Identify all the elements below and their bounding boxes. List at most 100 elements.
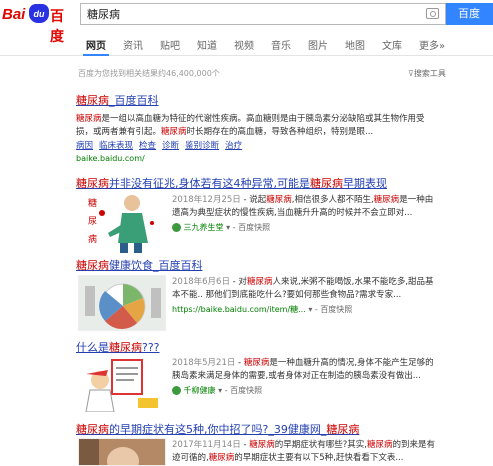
result-title-2[interactable]: 糖尿病并非没有征兆,身体若有这4种异常,可能是糖尿病早期表现	[76, 175, 486, 191]
title-text: 早期表现	[343, 177, 387, 190]
tab-video[interactable]: 视频	[234, 37, 254, 52]
abstract-text: -	[235, 358, 244, 368]
title-text: 什么是	[76, 341, 109, 354]
result-date: 2018年5月21日	[172, 358, 236, 368]
title-text: 健康饮食_百度百科	[109, 259, 203, 272]
snapshot-link[interactable]: 百度快照	[320, 305, 352, 314]
result-date: 2017年11月14日	[172, 440, 241, 450]
result-title-1[interactable]: 糖尿病_百度百科	[76, 92, 486, 108]
title-keyword: 糖尿病	[76, 177, 109, 190]
tab-zhidao[interactable]: 知道	[197, 37, 217, 52]
source-logo-icon	[172, 223, 181, 232]
snapshot-link[interactable]: 百度快照	[230, 386, 262, 395]
abstract-text: 本不能.. 那他们到底能吃什么?要如何那些食物品?需求专家...	[172, 290, 402, 300]
tab-tieba[interactable]: 贴吧	[160, 37, 180, 52]
search-result-1: 糖尿病_百度百科 糖尿病是一组以高血糖为特征的代谢性疾病。高血糖则是由于胰岛素分…	[76, 92, 486, 163]
title-keyword: 糖尿病	[310, 177, 343, 190]
baidu-logo[interactable]: Bai du 百度	[2, 4, 74, 44]
sublink-differential[interactable]: 鉴别诊断	[185, 141, 219, 151]
sublink-symptoms[interactable]: 临床表现	[99, 141, 133, 151]
result-url-3[interactable]: https://baike.baidu.com/item/糖...	[172, 305, 306, 314]
result-abstract-5: 2017年11月14日 - 糖尿病的早期症状有哪些?其实,糖尿病的到来是有 迹可…	[172, 439, 472, 465]
result-date: 2018年6月6日	[172, 277, 230, 287]
tab-web[interactable]: 网页	[86, 37, 106, 52]
title-keyword: 糖尿病	[76, 259, 109, 272]
abstract-keyword: 糖尿病	[373, 195, 400, 205]
abstract-text: 胰岛素来满足身体的需要,或者身体对正在制造的胰岛素没有做出...	[172, 371, 421, 381]
abstract-text: - 说起	[240, 195, 267, 205]
abstract-text: 人来说,米粥不能喝饭,水果不能吃多,甜品基	[272, 277, 434, 287]
sublink-exam[interactable]: 检查	[139, 141, 156, 151]
tab-map[interactable]: 地图	[345, 37, 365, 52]
cartoon-doctor-icon	[78, 356, 166, 412]
title-keyword: 糖尿病	[326, 423, 360, 436]
title-keyword: 糖尿病	[109, 341, 142, 354]
tab-more[interactable]: 更多»	[419, 37, 445, 52]
camera-icon[interactable]	[426, 8, 439, 19]
result-abstract-3: 2018年6月6日 - 对糖尿病人来说,米粥不能喝饭,水果不能吃多,甜品基 本不…	[172, 276, 472, 302]
sublink-treatment[interactable]: 治疗	[225, 141, 242, 151]
abstract-text: 是一种由	[399, 195, 434, 205]
abstract-text: 时长期存在的高血糖，导致各种组织，特别是眼...	[186, 127, 374, 137]
sublink-diagnosis[interactable]: 诊断	[162, 141, 179, 151]
result-thumbnail-5[interactable]	[78, 438, 166, 466]
abstract-keyword: 糖尿病	[366, 440, 393, 450]
tab-music[interactable]: 音乐	[271, 37, 291, 52]
active-tab-indicator	[83, 54, 109, 56]
nav-tabs: 网页 资讯 贴吧 知道 视频 音乐 图片 地图 文库 更多»	[0, 34, 493, 56]
result-source-2: 三九养生堂 ▾ - 百度快照	[172, 222, 270, 233]
result-thumbnail-4[interactable]	[78, 356, 166, 412]
result-title-4[interactable]: 什么是糖尿病???	[76, 339, 486, 355]
search-input[interactable]	[87, 6, 417, 22]
title-text: ???	[142, 341, 160, 354]
tab-news[interactable]: 资讯	[123, 37, 143, 52]
abstract-text: 的早期症状主要有以下5种,赶快看看下文表...	[234, 453, 404, 463]
result-abstract-1: 糖尿病是一组以高血糖为特征的代谢性疾病。高血糖则是由于胰岛素分泌缺陷或其生物作用…	[76, 113, 486, 139]
thumb-char: 糖	[88, 199, 98, 209]
diet-plate-icon	[79, 276, 165, 330]
result-thumbnail-2[interactable]: 糖尿病	[78, 193, 166, 255]
abstract-text: 遗高为典型症状的慢性疾病,当血糖升升高的时候并不会立即对...	[172, 208, 413, 218]
abstract-text: ,相信很多人都不陌生,	[291, 195, 374, 205]
snapshot-link[interactable]: 百度快照	[238, 223, 270, 232]
source-name[interactable]: 三九养生堂	[184, 223, 224, 232]
result-title-5[interactable]: 糖尿病的早期症状有这5种,你中招了吗?_39健康网_糖尿病	[76, 421, 486, 437]
search-button[interactable]: 百度	[446, 3, 493, 25]
result-source-4: 千柳健康 ▾ - 百度快照	[172, 385, 262, 396]
photo-thumbnail-icon	[79, 439, 165, 465]
logo-bai: Bai	[2, 6, 26, 23]
search-tools[interactable]: ⊽搜索工具	[408, 68, 446, 79]
title-keyword: 糖尿病	[76, 423, 109, 436]
tab-wenku[interactable]: 文库	[382, 37, 402, 52]
result-thumbnail-3[interactable]	[78, 275, 166, 331]
header: Bai du 百度 百度	[0, 0, 493, 44]
abstract-text: 迹可循的,	[172, 453, 209, 463]
abstract-keyword: 糖尿病	[246, 277, 273, 287]
thumb-text: 糖尿病	[88, 195, 97, 249]
abstract-text: 损，或两者兼有引起。	[76, 127, 162, 137]
result-abstract-4: 2018年5月21日 - 糖尿病是一种血糖升高的情况,身体不能产生足够的 胰岛素…	[172, 357, 472, 383]
title-keyword: 糖尿病	[76, 94, 109, 107]
search-box[interactable]	[80, 3, 446, 25]
abstract-text: - 对	[229, 277, 247, 287]
title-text: 的早期症状有这5种,你中招了吗?_39健康网_	[109, 423, 327, 436]
result-title-3[interactable]: 糖尿病健康饮食_百度百科	[76, 257, 486, 273]
abstract-text: 的早期症状有哪些?其实,	[274, 440, 367, 450]
logo-paw-icon: du	[29, 4, 49, 23]
result-source-3: https://baike.baidu.com/item/糖... ▾ - 百度…	[172, 305, 353, 314]
tab-images[interactable]: 图片	[308, 37, 328, 52]
thumb-char: 病	[88, 235, 98, 245]
search-tools-label: 搜索工具	[413, 69, 446, 78]
sublink-cause[interactable]: 病因	[76, 141, 93, 151]
result-url-1[interactable]: baike.baidu.com/	[76, 154, 486, 163]
result-abstract-2: 2018年12月25日 - 说起糖尿病,相信很多人都不陌生,糖尿病是一种由 遗高…	[172, 194, 472, 220]
thumb-char: 尿	[88, 217, 98, 227]
result-date: 2018年12月25日	[172, 195, 241, 205]
source-logo-icon	[172, 386, 181, 395]
abstract-keyword: 糖尿病	[208, 453, 235, 463]
result-sublinks-1: 病因 临床表现 检查 诊断 鉴别诊断 治疗	[76, 139, 486, 151]
search-result-2: 糖尿病并非没有征兆,身体若有这4种异常,可能是糖尿病早期表现	[76, 175, 486, 191]
abstract-text: 是一种血糖升高的情况,身体不能产生足够的	[269, 358, 434, 368]
source-name[interactable]: 千柳健康	[184, 386, 216, 395]
abstract-text: -	[240, 440, 250, 450]
